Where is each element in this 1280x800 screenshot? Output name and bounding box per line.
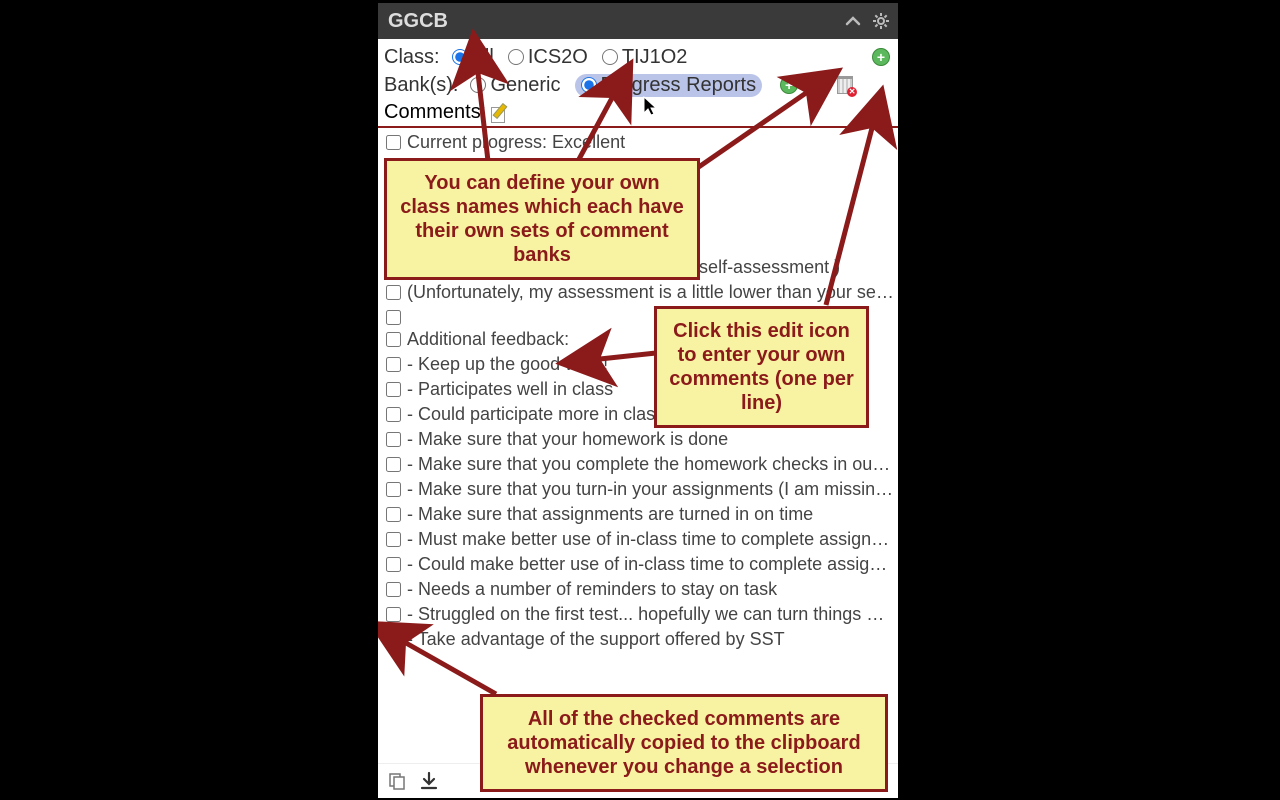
class-option-label: All [472,46,494,69]
callout-edit: Click this edit icon to enter your own c… [654,306,869,428]
class-radio-ics2o[interactable]: ICS2O [508,46,588,69]
add-bank-button[interactable]: + [778,74,800,96]
bank-option-label: Progress Reports [601,74,757,97]
callout-classes: You can define your own class names whic… [384,158,700,280]
collapse-icon[interactable] [842,10,864,32]
bank-option-label: Generic [490,74,560,97]
copy-icon[interactable] [386,770,408,792]
list-item[interactable]: - Could make better use of in-class time… [384,552,898,577]
class-option-label: TIJ1O2 [622,46,688,69]
titlebar: GGCB [378,3,898,39]
list-item[interactable]: - Make sure that you turn-in your assign… [384,477,898,502]
list-item[interactable]: - Make sure that assignments are turned … [384,502,898,527]
class-option-label: ICS2O [528,46,588,69]
list-item[interactable]: - Needs a number of reminders to stay on… [384,577,898,602]
bank-radio-progress[interactable]: Progress Reports [575,74,763,97]
comments-label: Comments: [384,101,486,124]
list-item[interactable]: - Take advantage of the support offered … [384,627,898,652]
list-item[interactable]: Current progress: Excellent [384,130,898,155]
edit-comments-button[interactable] [488,102,510,124]
list-item[interactable]: - Struggled on the first test... hopeful… [384,602,898,627]
banks-label: Bank(s): [384,74,458,97]
comments-header-row: Comments: [378,101,898,128]
delete-bank-button[interactable]: ✕ [834,74,856,96]
banks-row: Bank(s): Generic Progress Reports + ✕ [384,71,892,99]
list-item[interactable]: - Make sure that you complete the homewo… [384,452,898,477]
edit-bank-button[interactable] [806,74,828,96]
download-icon[interactable] [418,770,440,792]
class-row: Class: All ICS2O TIJ1O2 + [384,43,892,71]
list-item[interactable]: (Unfortunately, my assessment is a littl… [384,280,898,305]
add-class-button[interactable]: + [870,46,892,68]
class-radio-tij1o2[interactable]: TIJ1O2 [602,46,688,69]
class-label: Class: [384,46,440,69]
gear-icon[interactable] [870,10,892,32]
app-title: GGCB [388,10,448,33]
controls: Class: All ICS2O TIJ1O2 + Bank(s): Gener… [378,39,898,101]
class-radio-all[interactable]: All [452,46,494,69]
list-item[interactable]: - Must make better use of in-class time … [384,527,898,552]
list-item[interactable]: - Make sure that your homework is done [384,427,898,452]
callout-clipboard: All of the checked comments are automati… [480,694,888,792]
bank-radio-generic[interactable]: Generic [470,74,560,97]
